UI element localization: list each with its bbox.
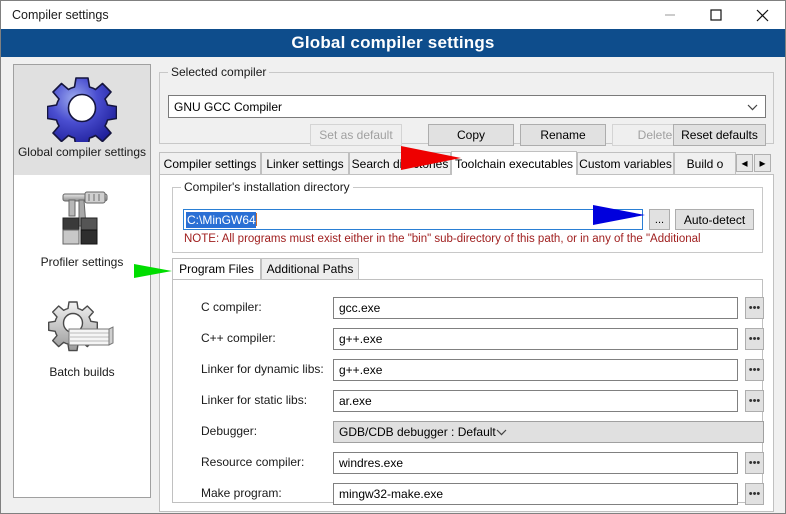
minimize-button[interactable] bbox=[647, 1, 693, 29]
tab-scroll-left-button[interactable]: ◂ bbox=[736, 154, 753, 172]
row-linker-dynamic: Linker for dynamic libs: g++.exe ••• bbox=[173, 359, 764, 381]
compiler-settings-window: Compiler settings Global compiler settin… bbox=[0, 0, 786, 514]
tab-linker-settings[interactable]: Linker settings bbox=[261, 152, 349, 174]
set-as-default-button[interactable]: Set as default bbox=[310, 124, 402, 146]
tab-toolchain-executables[interactable]: Toolchain executables bbox=[451, 151, 577, 175]
linker-dynamic-browse-button[interactable]: ••• bbox=[745, 359, 764, 381]
row-c-compiler: C compiler: gcc.exe ••• bbox=[173, 297, 764, 319]
compiler-select[interactable]: GNU GCC Compiler bbox=[168, 95, 766, 118]
maximize-button[interactable] bbox=[693, 1, 739, 29]
row-make-program: Make program: mingw32-make.exe ••• bbox=[173, 483, 764, 505]
row-label: Linker for static libs: bbox=[201, 393, 308, 407]
tab-compiler-settings[interactable]: Compiler settings bbox=[159, 152, 261, 174]
linker-dynamic-input[interactable]: g++.exe bbox=[333, 359, 738, 381]
settings-panel: Selected compiler GNU GCC Compiler Set a… bbox=[159, 64, 774, 512]
row-label: Resource compiler: bbox=[201, 455, 305, 469]
browse-installation-path-button[interactable]: ... bbox=[649, 209, 670, 230]
sidebar-item-global-compiler-settings[interactable]: Global compiler settings bbox=[14, 65, 150, 175]
copy-button[interactable]: Copy bbox=[428, 124, 514, 146]
make-program-browse-button[interactable]: ••• bbox=[745, 483, 764, 505]
row-resource-compiler: Resource compiler: windres.exe ••• bbox=[173, 452, 764, 474]
row-label: Make program: bbox=[201, 486, 282, 500]
toolchain-executables-page: Compiler's installation directory C:\Min… bbox=[159, 174, 774, 512]
row-label: Linker for dynamic libs: bbox=[201, 362, 324, 376]
sidebar-item-profiler-settings[interactable]: Profiler settings bbox=[14, 175, 150, 285]
sidebar-item-label: Profiler settings bbox=[40, 255, 124, 269]
installation-path-input[interactable]: C:\MinGW64 bbox=[183, 209, 643, 230]
installation-directory-group: Compiler's installation directory C:\Min… bbox=[172, 180, 763, 253]
cpp-compiler-browse-button[interactable]: ••• bbox=[745, 328, 764, 350]
installation-note-text: NOTE: All programs must exist either in … bbox=[184, 233, 701, 245]
debugger-select-value: GDB/CDB debugger : Default bbox=[339, 425, 496, 439]
selected-compiler-legend: Selected compiler bbox=[168, 65, 270, 79]
selected-compiler-group: Selected compiler GNU GCC Compiler Set a… bbox=[159, 65, 774, 146]
resource-compiler-browse-button[interactable]: ••• bbox=[745, 452, 764, 474]
row-label: Debugger: bbox=[201, 424, 258, 438]
reset-defaults-button[interactable]: Reset defaults bbox=[673, 124, 766, 146]
row-cpp-compiler: C++ compiler: g++.exe ••• bbox=[173, 328, 764, 350]
row-linker-static: Linker for static libs: ar.exe ••• bbox=[173, 390, 764, 412]
text-caret bbox=[255, 213, 257, 226]
installation-directory-legend: Compiler's installation directory bbox=[181, 180, 353, 194]
rename-button[interactable]: Rename bbox=[520, 124, 606, 146]
tab-search-directories[interactable]: Search directories bbox=[349, 152, 451, 174]
program-files-page: C compiler: gcc.exe ••• C++ compiler: g+… bbox=[172, 279, 764, 505]
client-area: Global compiler settings Profiler settin… bbox=[1, 57, 785, 513]
window-title: Compiler settings bbox=[12, 8, 109, 22]
debugger-select[interactable]: GDB/CDB debugger : Default bbox=[333, 421, 764, 443]
row-label: C compiler: bbox=[201, 300, 262, 314]
close-button[interactable] bbox=[739, 1, 785, 29]
gear-stack-icon bbox=[46, 292, 118, 364]
cpp-compiler-input[interactable]: g++.exe bbox=[333, 328, 738, 350]
chevron-down-icon bbox=[496, 425, 507, 439]
inner-tab-additional-paths[interactable]: Additional Paths bbox=[261, 258, 359, 279]
window-controls bbox=[647, 1, 785, 29]
page-title: Global compiler settings bbox=[291, 33, 495, 52]
gear-blue-icon bbox=[46, 72, 118, 144]
installation-path-value: C:\MinGW64 bbox=[186, 211, 256, 228]
inner-tab-program-files[interactable]: Program Files bbox=[172, 258, 261, 279]
sidebar-item-label: Batch builds bbox=[49, 365, 115, 379]
auto-detect-button[interactable]: Auto-detect bbox=[675, 209, 754, 230]
linker-static-browse-button[interactable]: ••• bbox=[745, 390, 764, 412]
make-program-input[interactable]: mingw32-make.exe bbox=[333, 483, 738, 505]
header-banner: Global compiler settings bbox=[1, 29, 785, 57]
row-label: C++ compiler: bbox=[201, 331, 276, 345]
settings-sidebar: Global compiler settings Profiler settin… bbox=[13, 64, 151, 498]
row-debugger: Debugger: GDB/CDB debugger : Default bbox=[173, 421, 764, 443]
sidebar-item-batch-builds[interactable]: Batch builds bbox=[14, 285, 150, 395]
chevron-down-icon bbox=[747, 100, 758, 114]
c-compiler-input[interactable]: gcc.exe bbox=[333, 297, 738, 319]
tab-custom-variables[interactable]: Custom variables bbox=[577, 152, 674, 174]
linker-static-input[interactable]: ar.exe bbox=[333, 390, 738, 412]
sidebar-item-label: Global compiler settings bbox=[17, 145, 147, 159]
resource-compiler-input[interactable]: windres.exe bbox=[333, 452, 738, 474]
title-bar: Compiler settings bbox=[1, 1, 785, 29]
settings-tabstrip: Compiler settings Linker settings Search… bbox=[159, 151, 774, 175]
caliper-icon bbox=[46, 182, 118, 254]
tab-build-options[interactable]: Build o bbox=[674, 152, 736, 174]
c-compiler-browse-button[interactable]: ••• bbox=[745, 297, 764, 319]
program-files-tabstrip: Program Files Additional Paths bbox=[172, 258, 763, 279]
tab-scroll-right-button[interactable]: ▸ bbox=[754, 154, 771, 172]
compiler-select-value: GNU GCC Compiler bbox=[174, 99, 283, 114]
